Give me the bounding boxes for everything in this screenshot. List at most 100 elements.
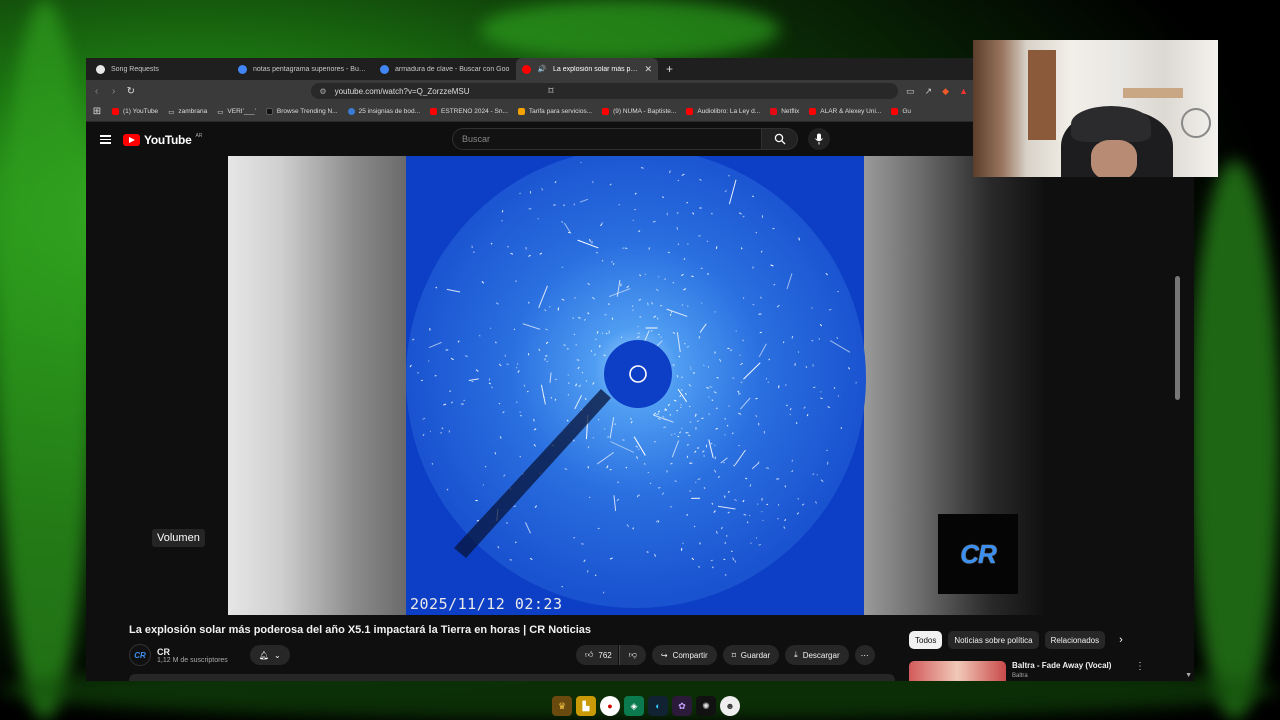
menu-icon[interactable] (100, 135, 111, 144)
bookmark-item[interactable]: ESTRENO 2024 - Sn... (430, 108, 508, 115)
related-thumbnail[interactable] (909, 661, 1006, 681)
bookmark-item[interactable]: (1) YouTube (112, 108, 158, 115)
dislike-button[interactable]: 👎︎ (618, 645, 646, 665)
search-icon (774, 133, 785, 145)
site-info-icon[interactable]: ⚙ (319, 87, 326, 96)
video-player[interactable]: 2025/11/12 02:23 CR Volumen (86, 156, 1186, 615)
url-field[interactable]: ⚙ youtube.com/watch?v=Q_ZorzzeMSU (311, 83, 899, 99)
app-white-round-icon[interactable]: ☻ (720, 696, 740, 716)
channel-meta: CR 1,12 M de suscriptores (157, 647, 228, 664)
video-frame[interactable]: 2025/11/12 02:23 CR (228, 156, 1043, 615)
youtube-favicon-icon (522, 64, 531, 74)
bookmark-label: (9) NUMA - Baptiste... (613, 108, 677, 115)
more-actions-button[interactable]: ⋯ (854, 645, 875, 665)
youtube-wordmark: YouTube (144, 132, 192, 147)
share-button[interactable]: ↪ Compartir (651, 645, 717, 665)
bookmark-item[interactable]: Audiolibro: La Ley d... (686, 108, 760, 115)
scroll-down-arrow-icon[interactable]: ▼ (1185, 672, 1192, 679)
bell-icon: 🔔︎ (258, 650, 270, 660)
tab-label: armadura de clave - Buscar con Goo (395, 65, 510, 73)
app-boot-icon[interactable]: ▙ (576, 696, 596, 716)
volume-tooltip: Volumen (152, 529, 205, 547)
bookmark-icon[interactable]: ⌑ (546, 86, 556, 97)
share-page-icon[interactable]: ↗ (925, 86, 933, 97)
app-dark-icon[interactable]: ✺ (696, 696, 716, 716)
app-teal-icon[interactable]: ◐ (648, 696, 668, 716)
tab-label: notas pentagrama superiores - Busca (253, 65, 368, 73)
bookmark-label: Audiolibro: La Ley d... (697, 108, 761, 115)
app-red-round-icon[interactable]: ● (600, 696, 620, 716)
back-icon[interactable]: ‹ (92, 86, 101, 97)
apps-grid-icon[interactable]: ⊞ (92, 106, 102, 117)
bookmark-item[interactable]: Browse Trending N... (265, 108, 338, 115)
search-input[interactable]: Buscar (452, 128, 762, 150)
app-badge-icon[interactable]: ♛ (552, 696, 572, 716)
bookmark-item[interactable]: ALAR & Alexey Uni... (809, 108, 881, 115)
google-icon (238, 64, 247, 74)
page-scrollbar[interactable] (1175, 276, 1180, 400)
cast-icon[interactable]: ▭ (906, 86, 915, 97)
webcam-cap (1071, 106, 1151, 142)
chip-todos[interactable]: Todos (909, 631, 943, 649)
notifications-button[interactable]: 🔔︎ ⌄ (249, 645, 290, 665)
chevron-right-icon[interactable]: › (1119, 634, 1123, 646)
bookmark-item[interactable]: Netflix (770, 108, 799, 115)
related-video[interactable]: Baltra - Fade Away (Vocal) Baltra ⋮ (909, 661, 1145, 681)
youtube-logo[interactable]: YouTube AR (123, 133, 202, 147)
reload-icon[interactable]: ↻ (126, 86, 135, 97)
webcam-bicycle (1181, 108, 1211, 138)
voice-search-button[interactable] (808, 128, 830, 150)
related-title[interactable]: Baltra - Fade Away (Vocal) (1012, 661, 1111, 670)
chip-politica[interactable]: Noticias sobre política (948, 631, 1039, 649)
green-glow-left (0, 0, 90, 720)
speaker-icon[interactable]: 🔊 (537, 65, 547, 73)
extension-alert-icon[interactable]: ▲ (959, 86, 968, 97)
app-purple-icon[interactable]: ✿ (672, 696, 692, 716)
app-green-icon[interactable]: ◈ (624, 696, 644, 716)
video-info: La explosión solar más poderosa del año … (86, 615, 1194, 681)
bookmark-item[interactable]: 25 insignias de bod... (347, 108, 421, 115)
bookmark-favicon-icon (430, 108, 438, 115)
tab-armadura-clave[interactable]: armadura de clave - Buscar con Goo (374, 58, 516, 80)
bookmark-folder[interactable]: ▭ zambrana (168, 108, 207, 116)
bookmark-favicon-icon (347, 108, 355, 115)
bookmark-favicon-icon (686, 108, 694, 115)
webcam-overlay (973, 40, 1218, 177)
new-tab-button[interactable]: + (658, 62, 681, 76)
tab-song-requests[interactable]: Song Requests (90, 58, 232, 80)
avatar[interactable]: CR (129, 644, 151, 666)
bookmark-item[interactable]: (9) NUMA - Baptiste... (602, 108, 676, 115)
channel-watermark: CR (938, 514, 1018, 594)
video-title: La explosión solar más poderosa del año … (129, 624, 591, 636)
bookmark-folder[interactable]: ▭ VERI'___' (217, 108, 256, 116)
tab-label: La explosión solar más podero (553, 65, 639, 73)
extension-shield-icon[interactable]: ◆ (942, 86, 949, 97)
tab-youtube-active[interactable]: 🔊 La explosión solar más podero ✕ (516, 58, 658, 80)
search-button[interactable] (762, 128, 798, 150)
save-button[interactable]: ⌑ Guardar (722, 645, 780, 665)
tab-label: Song Requests (111, 65, 159, 73)
download-icon: ⤓ (794, 650, 798, 659)
youtube-play-icon (123, 133, 140, 146)
coronagraph-image (406, 156, 866, 608)
kebab-menu-icon[interactable]: ⋮ (1135, 661, 1145, 672)
forward-icon[interactable]: › (109, 86, 118, 97)
save-label: Guardar (740, 650, 771, 660)
bookmark-label: 25 insignias de bod... (358, 108, 421, 115)
country-code: AR (195, 132, 203, 139)
download-button[interactable]: ⤓ Descargar (785, 645, 849, 665)
tab-notas-pentagrama[interactable]: notas pentagrama superiores - Busca (232, 58, 374, 80)
bookmark-label: VERI'___' (227, 108, 256, 115)
close-tab-icon[interactable]: ✕ (644, 64, 652, 75)
chip-relacionados[interactable]: Relacionados (1044, 631, 1106, 649)
description-box[interactable] (129, 674, 895, 681)
share-label: Compartir (672, 650, 708, 660)
bookmark-item[interactable]: Gu (891, 108, 911, 115)
like-button[interactable]: 👍︎ 762 (576, 645, 618, 665)
taskbar-icons: ♛ ▙ ● ◈ ◐ ✿ ✺ ☻ (552, 696, 740, 716)
bookmark-label: Netflix (781, 108, 800, 115)
bookmark-item[interactable]: Tarifa para servicios... (517, 108, 592, 115)
channel-row: CR CR 1,12 M de suscriptores 🔔︎ ⌄ (129, 644, 290, 666)
webcam-table (1123, 88, 1183, 98)
channel-name[interactable]: CR (157, 647, 228, 657)
